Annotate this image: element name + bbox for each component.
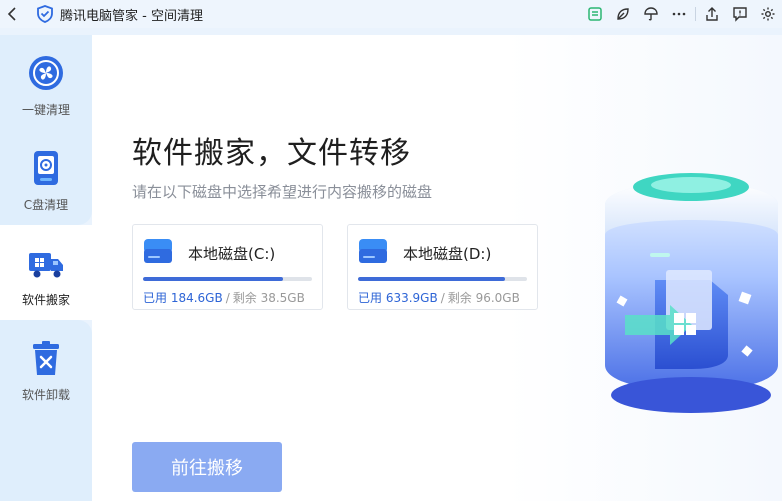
usage-separator: /	[440, 291, 445, 305]
toolbar-divider	[695, 7, 696, 21]
hard-drive-icon	[359, 239, 387, 263]
storage-cylinder-illustration	[605, 173, 778, 413]
disk-usage-fill	[358, 277, 505, 281]
page-subtitle: 请在以下磁盘中选择希望进行内容搬移的磁盘	[132, 183, 433, 201]
title-bar: 腾讯电脑管家 - 空间清理	[0, 0, 782, 28]
trash-uninstall-icon	[33, 341, 59, 375]
sidebar-item-label: 软件搬家	[21, 293, 70, 307]
tencent-shield-logo-icon	[37, 5, 53, 23]
sidebar-item-one-click-clean[interactable]: 一键清理	[0, 35, 92, 130]
page-title: 软件搬家，文件转移	[132, 136, 411, 171]
hard-drive-icon	[144, 239, 172, 263]
share-button[interactable]	[698, 0, 726, 28]
sidebar-item-label: 一键清理	[21, 103, 70, 117]
more-icon	[672, 12, 686, 16]
message-board-button[interactable]	[581, 0, 609, 28]
disk-name: 本地磁盘(C:)	[188, 245, 276, 263]
umbrella-icon	[644, 7, 658, 21]
disk-usage-fill	[143, 277, 283, 281]
feedback-icon	[733, 7, 747, 22]
disk-card-d[interactable]: 本地磁盘(D:) 已用 633.9GB / 剩余 96.0GB	[347, 224, 538, 310]
moving-truck-icon	[29, 253, 63, 278]
sidebar: 一键清理 C盘清理 软件搬家 软件卸载	[0, 35, 92, 501]
disk-name: 本地磁盘(D:)	[403, 245, 492, 263]
message-board-icon	[588, 7, 602, 21]
sidebar-item-c-drive-clean[interactable]: C盘清理	[0, 130, 92, 225]
umbrella-button[interactable]	[637, 0, 665, 28]
disk-usage-bar	[358, 277, 527, 281]
disk-usage-text: 已用 633.9GB / 剩余 96.0GB	[358, 289, 520, 306]
chevron-left-icon	[7, 7, 16, 21]
disk-free-label: 剩余 96.0GB	[447, 291, 520, 305]
go-move-button[interactable]: 前往搬移	[132, 442, 282, 492]
sidebar-item-software-uninstall[interactable]: 软件卸载	[0, 320, 92, 415]
settings-icon	[761, 7, 775, 21]
sidebar-item-label: C盘清理	[23, 198, 69, 212]
disk-used-label: 已用 184.6GB	[143, 291, 223, 305]
sidebar-item-software-move[interactable]: 软件搬家	[0, 225, 92, 320]
disk-c-icon	[34, 151, 58, 185]
sidebar-item-label: 软件卸载	[21, 388, 70, 402]
leaf-button[interactable]	[609, 0, 637, 28]
disk-usage-text: 已用 184.6GB / 剩余 38.5GB	[143, 289, 305, 306]
more-button[interactable]	[665, 0, 693, 28]
disk-card-c[interactable]: 本地磁盘(C:) 已用 184.6GB / 剩余 38.5GB	[132, 224, 323, 310]
window-title: 腾讯电脑管家 - 空间清理	[60, 8, 203, 24]
fan-clean-icon	[29, 56, 63, 90]
disk-usage-bar	[143, 277, 312, 281]
title-toolbar	[581, 0, 782, 28]
disk-used-label: 已用 633.9GB	[358, 291, 438, 305]
feedback-button[interactable]	[726, 0, 754, 28]
usage-separator: /	[225, 291, 230, 305]
settings-button[interactable]	[754, 0, 782, 28]
back-button[interactable]	[0, 0, 24, 28]
share-icon	[706, 7, 718, 21]
leaf-icon	[617, 8, 629, 20]
disk-free-label: 剩余 38.5GB	[232, 291, 305, 305]
